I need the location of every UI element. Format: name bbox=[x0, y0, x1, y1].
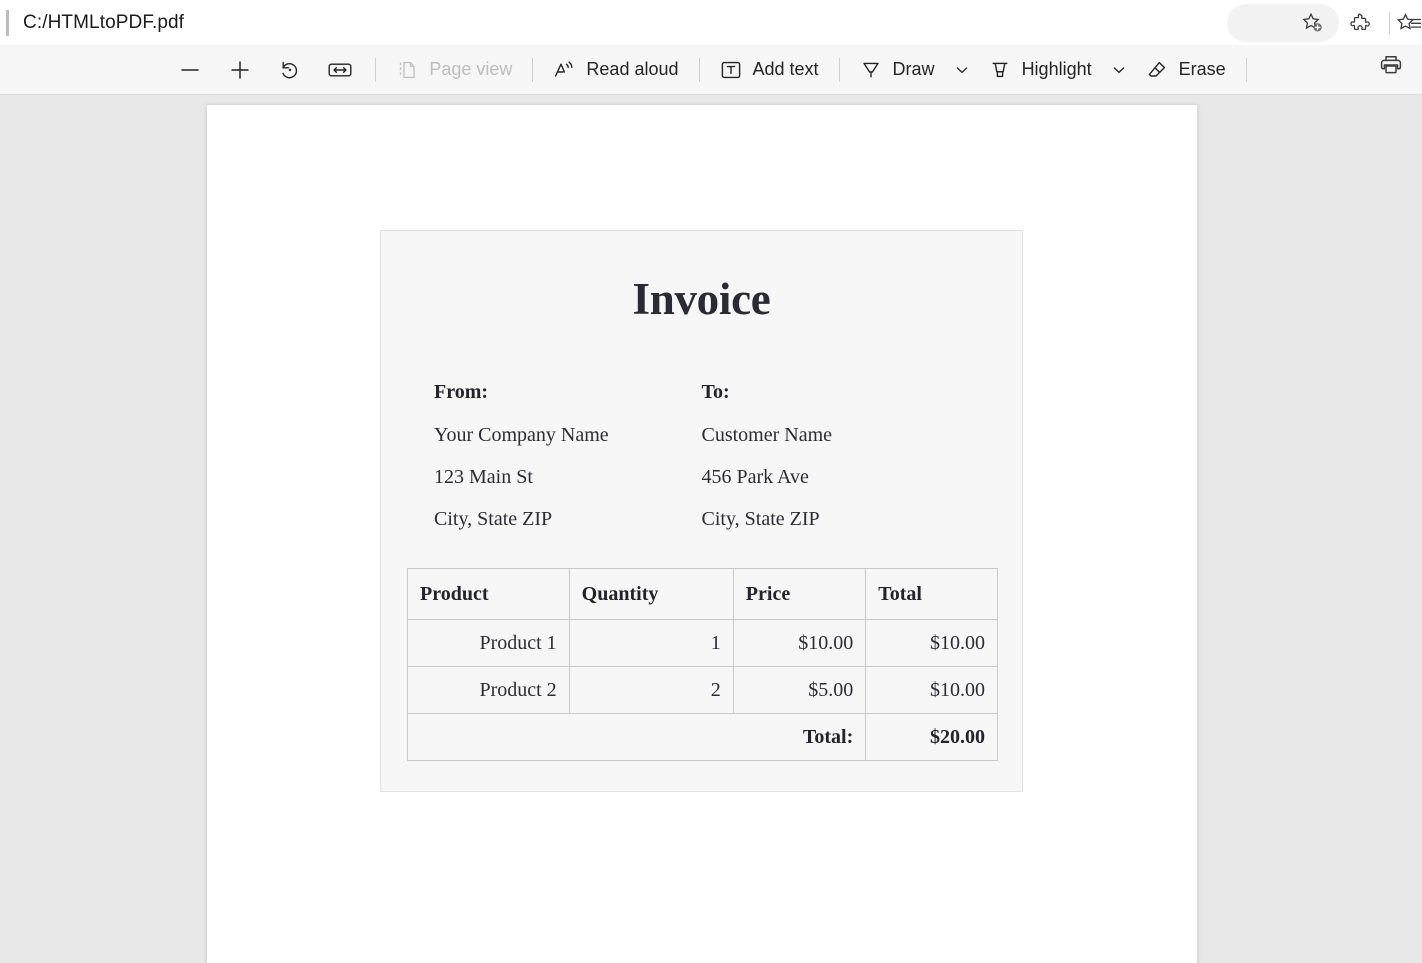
read-aloud-button[interactable]: Read aloud bbox=[543, 52, 688, 88]
table-total-row: Total: $20.00 bbox=[406, 713, 998, 761]
toolbar-separator bbox=[532, 57, 534, 82]
invoice-to-block: To: Customer Name 456 Park Ave City, Sta… bbox=[702, 381, 970, 530]
invoice-items-table: Product Quantity Price Total Product 1 1… bbox=[406, 568, 998, 761]
page-view-label: Page view bbox=[429, 59, 513, 79]
page-view-icon bbox=[394, 57, 420, 83]
browser-toolbar-actions bbox=[1227, 0, 1422, 45]
cell-product: Product 1 bbox=[407, 619, 570, 667]
invoice-parties: From: Your Company Name 123 Main St City… bbox=[407, 381, 996, 530]
zoom-in-button[interactable] bbox=[215, 52, 265, 88]
erase-button[interactable]: Erase bbox=[1136, 52, 1236, 88]
minus-icon bbox=[177, 57, 203, 83]
cell-total: $10.00 bbox=[865, 666, 998, 714]
toolbar-separator bbox=[838, 57, 840, 82]
highlighter-icon bbox=[987, 57, 1013, 83]
chevron-down-icon bbox=[1106, 57, 1132, 83]
invoice-title: Invoice bbox=[632, 274, 771, 324]
add-to-favorites-button[interactable] bbox=[1227, 3, 1339, 42]
erase-label: Erase bbox=[1178, 59, 1226, 79]
toolbar-separator bbox=[375, 57, 377, 82]
pdf-page: Invoice From: Your Company Name 123 Main… bbox=[207, 105, 1197, 963]
to-line-2: 456 Park Ave bbox=[701, 466, 809, 488]
printer-icon bbox=[1378, 52, 1404, 78]
cell-price: $10.00 bbox=[732, 619, 867, 667]
cell-price: $5.00 bbox=[732, 666, 867, 714]
from-line-1: Your Company Name bbox=[434, 424, 609, 446]
table-row: Product 2 2 $5.00 $10.00 bbox=[407, 666, 998, 714]
collections-icon bbox=[1396, 10, 1422, 36]
puzzle-piece-icon bbox=[1348, 10, 1374, 36]
column-header-quantity: Quantity bbox=[568, 568, 734, 620]
add-text-label: Add text bbox=[752, 59, 819, 79]
cell-quantity: 2 bbox=[568, 666, 734, 714]
print-button[interactable] bbox=[1378, 52, 1404, 78]
add-text-button[interactable]: Add text bbox=[710, 52, 829, 88]
browser-address-bar: C:/HTMLtoPDF.pdf bbox=[0, 0, 1422, 45]
to-line-1: Customer Name bbox=[701, 424, 833, 446]
address-bar-url[interactable]: C:/HTMLtoPDF.pdf bbox=[23, 12, 184, 34]
column-header-total: Total bbox=[865, 568, 998, 620]
from-line-3: City, State ZIP bbox=[434, 508, 553, 530]
plus-icon bbox=[227, 57, 253, 83]
read-aloud-icon bbox=[551, 57, 577, 83]
page-view-button[interactable]: Page view bbox=[386, 52, 522, 88]
read-aloud-label: Read aloud bbox=[586, 59, 679, 79]
toolbar-separator bbox=[698, 57, 700, 82]
cell-quantity: 1 bbox=[568, 619, 734, 667]
draw-label: Draw bbox=[892, 59, 935, 79]
star-plus-icon bbox=[1299, 10, 1325, 36]
cell-product: Product 2 bbox=[407, 666, 570, 714]
chevron-down-icon bbox=[949, 57, 975, 83]
add-text-icon bbox=[718, 57, 744, 83]
from-line-2: 123 Main St bbox=[434, 466, 533, 488]
column-header-product: Product bbox=[407, 568, 570, 620]
pdf-toolbar-group: Page view Read aloud Add text Draw Highl… bbox=[165, 52, 1256, 88]
fit-width-icon bbox=[327, 57, 353, 83]
draw-pen-icon bbox=[858, 57, 884, 83]
total-label: Total: bbox=[406, 713, 867, 761]
draw-options-button[interactable] bbox=[945, 53, 979, 87]
draw-button[interactable]: Draw bbox=[850, 52, 945, 88]
to-heading: To: bbox=[701, 381, 730, 403]
eraser-icon bbox=[1144, 57, 1170, 83]
invoice-container: Invoice From: Your Company Name 123 Main… bbox=[380, 230, 1023, 792]
highlight-button[interactable]: Highlight bbox=[979, 52, 1102, 88]
address-bar-divider bbox=[6, 9, 9, 36]
toolbar-divider bbox=[1389, 11, 1390, 34]
fit-to-width-button[interactable] bbox=[315, 52, 365, 88]
pdf-viewer-area[interactable]: Invoice From: Your Company Name 123 Main… bbox=[0, 95, 1422, 963]
toolbar-separator bbox=[1245, 57, 1247, 82]
column-header-price: Price bbox=[732, 568, 867, 620]
total-value: $20.00 bbox=[865, 713, 998, 761]
collections-button[interactable] bbox=[1396, 4, 1422, 42]
pdf-toolbar: Page view Read aloud Add text Draw Highl… bbox=[0, 45, 1422, 95]
rotate-clockwise-icon bbox=[277, 57, 303, 83]
invoice-from-block: From: Your Company Name 123 Main St City… bbox=[434, 381, 702, 530]
rotate-button[interactable] bbox=[265, 52, 315, 88]
extensions-button[interactable] bbox=[1339, 4, 1383, 42]
highlight-options-button[interactable] bbox=[1102, 53, 1136, 87]
highlight-label: Highlight bbox=[1021, 59, 1092, 79]
to-line-3: City, State ZIP bbox=[701, 508, 820, 530]
table-row: Product 1 1 $10.00 $10.00 bbox=[407, 619, 998, 667]
cell-total: $10.00 bbox=[865, 619, 998, 667]
zoom-out-button[interactable] bbox=[165, 52, 215, 88]
table-header-row: Product Quantity Price Total bbox=[407, 568, 998, 620]
from-heading: From: bbox=[434, 381, 489, 403]
